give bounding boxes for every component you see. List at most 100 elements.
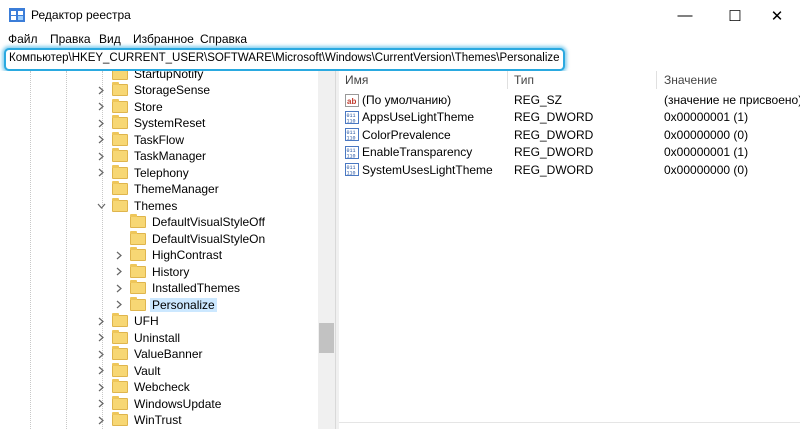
- column-header-name[interactable]: Имя: [345, 71, 368, 89]
- tree-item[interactable]: DefaultVisualStyleOn: [114, 230, 267, 247]
- tree-item[interactable]: TaskManager: [96, 148, 208, 165]
- tree-scroll-thumb[interactable]: [319, 323, 334, 353]
- tree-item[interactable]: InstalledThemes: [114, 280, 242, 297]
- chevron-right-icon[interactable]: [96, 102, 106, 112]
- chevron-right-icon[interactable]: [96, 151, 106, 161]
- folder-icon: [112, 71, 128, 80]
- chevron-right-icon[interactable]: [114, 283, 124, 293]
- tree-item-label: WindowsUpdate: [134, 396, 222, 411]
- tree-item[interactable]: History: [114, 263, 191, 280]
- value-name: (По умолчанию): [362, 93, 452, 107]
- tree-item[interactable]: UFH: [96, 313, 161, 330]
- menu-favorites[interactable]: Избранное: [133, 32, 194, 46]
- column-header-data[interactable]: Значение: [664, 71, 717, 89]
- tree-item-label: Personalize: [150, 297, 217, 312]
- menu-view[interactable]: Вид: [99, 32, 121, 46]
- menu-bar: Файл Правка Вид Избранное Справка: [0, 31, 800, 49]
- expander-placeholder: [96, 71, 106, 79]
- value-name-cell: ab (По умолчанию): [345, 93, 451, 107]
- tree-item[interactable]: Vault: [96, 362, 162, 379]
- chevron-right-icon[interactable]: [96, 85, 106, 95]
- column-separator[interactable]: [507, 71, 508, 89]
- tree-item[interactable]: Personalize: [114, 296, 217, 313]
- tree-item[interactable]: Themes: [96, 197, 179, 214]
- value-data: 0x00000001 (1): [664, 110, 749, 125]
- folder-icon: [112, 131, 128, 146]
- value-row[interactable]: 011 110 ColorPrevalence REG_DWORD 0x00000000…: [339, 127, 800, 144]
- value-row[interactable]: 011 110 SystemUsesLightTheme REG_DWORD 0x000…: [339, 162, 800, 179]
- folder-icon: [112, 412, 128, 426]
- chevron-right-icon[interactable]: [96, 135, 106, 145]
- folder-icon: [112, 148, 128, 162]
- maximize-button[interactable]: ☐: [712, 0, 758, 31]
- string-value-icon: ab: [345, 93, 359, 107]
- folder-icon: [112, 115, 128, 129]
- tree-item[interactable]: ValueBanner: [96, 346, 205, 363]
- tree-item[interactable]: ThemeManager: [96, 181, 221, 198]
- column-separator[interactable]: [656, 71, 657, 89]
- chevron-right-icon[interactable]: [96, 415, 106, 425]
- tree-item[interactable]: WinTrust: [96, 412, 184, 429]
- tree-item[interactable]: DefaultVisualStyleOff: [114, 214, 267, 231]
- chevron-right-icon[interactable]: [114, 267, 124, 277]
- chevron-right-icon[interactable]: [114, 250, 124, 260]
- address-path[interactable]: Компьютер\HKEY_CURRENT_USER\SOFTWARE\Mic…: [9, 52, 560, 64]
- chevron-right-icon[interactable]: [96, 382, 106, 392]
- tree-item-label: DefaultVisualStyleOn: [152, 231, 266, 246]
- value-type: REG_DWORD: [514, 110, 594, 125]
- chevron-right-icon[interactable]: [96, 349, 106, 359]
- folder-icon: [112, 346, 128, 360]
- tree-item-label: Uninstall: [134, 330, 181, 345]
- tree-item[interactable]: WindowsUpdate: [96, 395, 223, 412]
- menu-help[interactable]: Справка: [200, 32, 247, 46]
- binary-value-icon: 011 110: [345, 110, 359, 124]
- tree-item[interactable]: StorageSense: [96, 82, 212, 99]
- folder-icon: [112, 379, 128, 393]
- value-row[interactable]: 011 110 AppsUseLightTheme REG_DWORD 0x000000…: [339, 109, 800, 126]
- value-row[interactable]: 011 110 EnableTransparency REG_DWORD 0x00000…: [339, 144, 800, 161]
- tree-item-label: Themes: [134, 198, 178, 213]
- binary-value-icon: 011 110: [345, 128, 359, 142]
- chevron-right-icon[interactable]: [96, 366, 106, 376]
- close-button[interactable]: ✕: [754, 0, 800, 31]
- tree-item[interactable]: HighContrast: [114, 247, 224, 264]
- value-name: SystemUsesLightTheme: [362, 162, 493, 177]
- tree-item[interactable]: Uninstall: [96, 329, 182, 346]
- chevron-right-icon[interactable]: [114, 300, 124, 310]
- tree-item[interactable]: TaskFlow: [96, 131, 186, 148]
- value-data: 0x00000001 (1): [664, 145, 749, 160]
- value-type: REG_DWORD: [514, 127, 594, 142]
- value-name-cell: 011 110 ColorPrevalence: [345, 128, 451, 142]
- chevron-right-icon[interactable]: [96, 399, 106, 409]
- address-bar[interactable]: Компьютер\HKEY_CURRENT_USER\SOFTWARE\Mic…: [4, 48, 565, 71]
- expander-placeholder: [114, 217, 124, 227]
- tree-item-label: Store: [134, 99, 163, 114]
- tree-item-label: TaskManager: [134, 149, 207, 163]
- chevron-right-icon[interactable]: [96, 168, 106, 178]
- tree-item[interactable]: Telephony: [96, 164, 191, 181]
- tree-item-label: ValueBanner: [134, 347, 203, 361]
- tree-item[interactable]: SystemReset: [96, 115, 207, 132]
- tree-item[interactable]: StartupNotify: [96, 71, 205, 82]
- menu-edit[interactable]: Правка: [50, 32, 91, 46]
- menu-file[interactable]: Файл: [8, 32, 38, 46]
- tree-item[interactable]: Store: [96, 98, 165, 115]
- chevron-right-icon[interactable]: [96, 333, 106, 343]
- values-list[interactable]: Имя Тип Значение ab (По умолчанию) REG_SZ (…: [339, 71, 800, 429]
- chevron-right-icon[interactable]: [96, 118, 106, 128]
- value-name-cell: 011 110 AppsUseLightTheme: [345, 110, 474, 124]
- column-header-type[interactable]: Тип: [514, 71, 534, 89]
- binary-value-icon: 011 110: [345, 163, 359, 177]
- tree-scrollbar[interactable]: [318, 71, 335, 429]
- key-tree[interactable]: StartupNotify StorageSense Store SystemRese…: [0, 71, 335, 429]
- minimize-button[interactable]: —: [662, 0, 708, 31]
- tree-item[interactable]: Webcheck: [96, 379, 192, 396]
- value-name-cell: 011 110 EnableTransparency: [345, 145, 472, 159]
- svg-text:110: 110: [347, 171, 356, 177]
- chevron-down-icon[interactable]: [96, 201, 106, 211]
- value-row[interactable]: ab (По умолчанию) REG_SZ (значение не присв…: [339, 92, 800, 109]
- chevron-right-icon[interactable]: [96, 316, 106, 326]
- registry-editor-icon: [9, 8, 25, 22]
- folder-icon: [112, 395, 128, 410]
- folder-icon: [112, 181, 128, 195]
